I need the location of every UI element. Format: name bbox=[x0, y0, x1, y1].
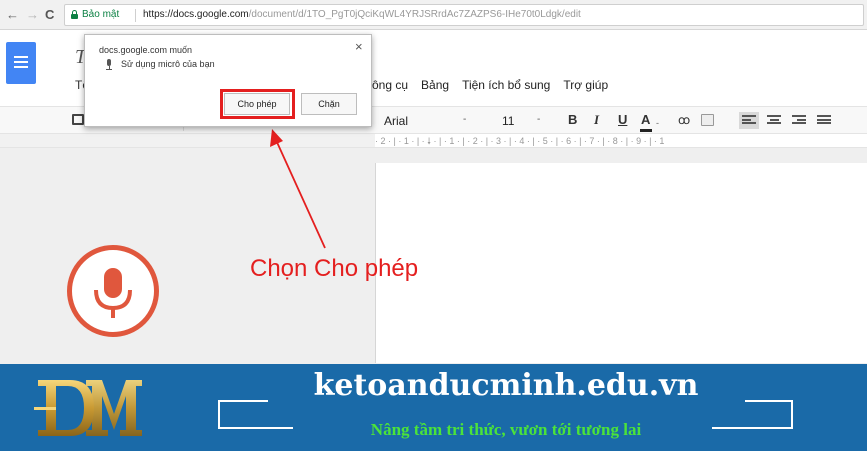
microphone-small-icon bbox=[106, 59, 112, 70]
banner-rule-left-v bbox=[218, 400, 220, 428]
site-name: ketoanducminh.edu.vn bbox=[313, 368, 699, 403]
dm-logo bbox=[30, 370, 150, 446]
popup-origin-title: docs.google.com muốn bbox=[99, 45, 193, 55]
allow-button[interactable]: Cho phép bbox=[224, 93, 290, 115]
banner-rule-right-v bbox=[791, 400, 793, 428]
close-icon[interactable]: × bbox=[355, 39, 363, 54]
annotation-label: Chọn Cho phép bbox=[250, 255, 419, 282]
microphone-permission-popup: docs.google.com muốn × Sử dụng micrô của… bbox=[84, 34, 372, 127]
block-button[interactable]: Chặn bbox=[301, 93, 357, 115]
banner-rule-right bbox=[745, 400, 793, 402]
site-tagline: Nâng tầm tri thức, vươn tới tương lai bbox=[370, 420, 642, 439]
dm-logo-mark bbox=[34, 380, 142, 436]
screen: { "browser": { "nav": { "back": "←", "fo… bbox=[0, 0, 867, 451]
banner-rule-left bbox=[218, 400, 268, 402]
popup-message: Sử dụng micrô của bạn bbox=[121, 59, 215, 69]
